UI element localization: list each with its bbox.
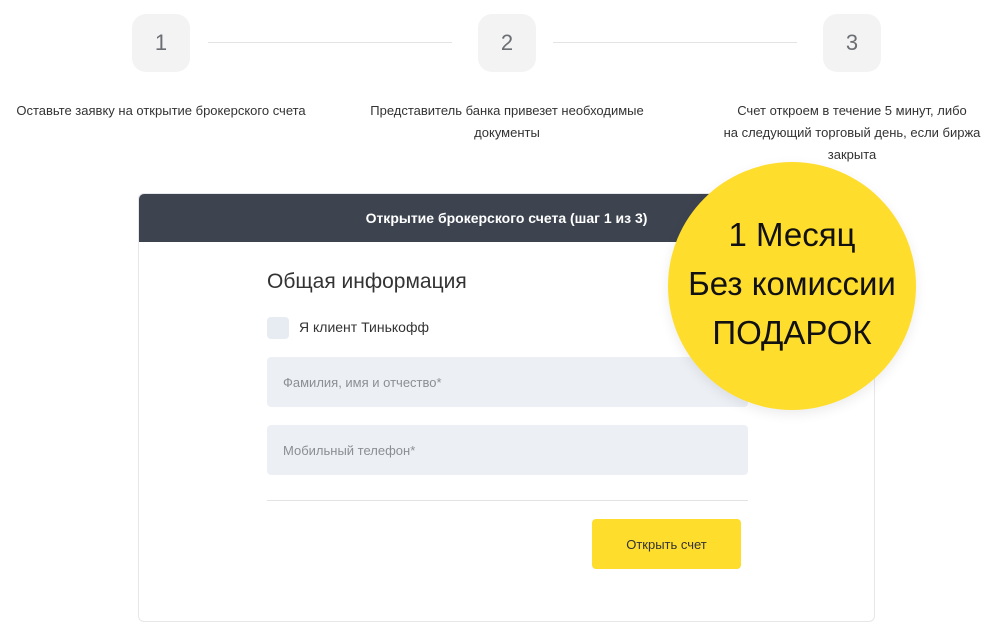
step-connector — [208, 42, 452, 43]
tinkoff-client-checkbox-label[interactable]: Я клиент Тинькофф — [299, 319, 429, 335]
step-1-number: 1 — [132, 14, 190, 72]
promo-line: ПОДАРОК — [712, 314, 872, 351]
section-title: Общая информация — [267, 270, 467, 293]
promo-line: Без комиссии — [688, 265, 896, 302]
step-3-text-line: закрыта — [827, 147, 877, 162]
step-3-description: Счет откроем в течение 5 минут, либо на … — [692, 100, 1001, 166]
full-name-input[interactable] — [267, 357, 748, 407]
step-3-number: 3 — [823, 14, 881, 72]
promo-line: 1 Месяц — [728, 216, 856, 253]
step-2-description: Представитель банка привезет необходимые… — [347, 100, 667, 144]
tinkoff-client-checkbox[interactable] — [267, 317, 289, 339]
step-3-text-line: Счет откроем в течение 5 минут, либо — [737, 103, 967, 118]
open-account-button[interactable]: Открыть счет — [592, 519, 741, 569]
phone-input[interactable] — [267, 425, 748, 475]
form-header-title: Открытие брокерского счета (шаг 1 из 3) — [365, 210, 648, 226]
step-connector — [553, 42, 797, 43]
step-2-text-line: документы — [474, 125, 540, 140]
step-1-text: Оставьте заявку на открытие брокерского … — [16, 103, 306, 118]
step-2-text-line: Представитель банка привезет необходимые — [370, 103, 644, 118]
step-1-description: Оставьте заявку на открытие брокерского … — [4, 100, 318, 122]
step-2-number: 2 — [478, 14, 536, 72]
promo-badge: 1 Месяц Без комиссии ПОДАРОК — [668, 162, 916, 410]
form-divider — [267, 500, 748, 501]
step-3-text-line: на следующий торговый день, если биржа — [723, 125, 981, 140]
